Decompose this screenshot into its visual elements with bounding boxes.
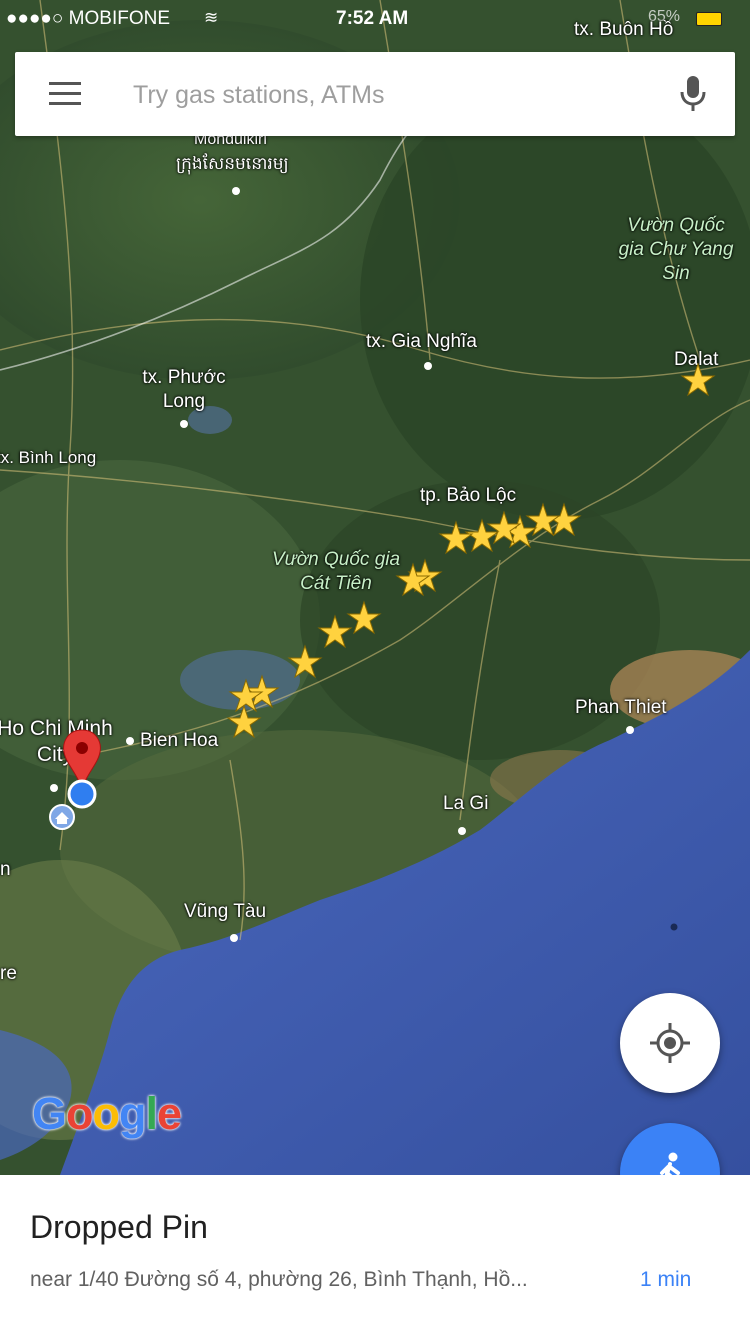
search-input[interactable] [131,72,655,118]
wifi-icon: ≋ [204,8,219,27]
map-label-phan-thiet: Phan Thiet [575,697,667,718]
place-title: Dropped Pin [30,1209,208,1245]
map-label-phuoc-long: tx. Phước Long [142,367,226,412]
map-label-gia-nghia: tx. Gia Nghĩa [366,331,477,352]
place-sheet[interactable]: Dropped Pin near 1/40 Đường số 4, phường… [0,1175,750,1333]
map-label-binh-long: tx. Bình Long [0,448,97,467]
google-logo: Google [32,1088,182,1139]
map-label-ho-chi-minh-city: Ho Chi Minh City [0,717,113,766]
carrier-name: MOBIFONE [68,8,171,29]
map-label-vung-tau: Vũng Tàu [184,901,267,922]
my-location-icon [650,1023,690,1063]
map-label-bao-loc: tp. Bảo Lộc [420,485,517,506]
travel-time[interactable]: 1 min [640,1268,691,1292]
my-location-button[interactable] [620,993,720,1093]
signal-strength: ●●●●○ [6,8,64,29]
map-label-edge-re: re [0,963,17,984]
search-bar [15,52,735,136]
map-label-cat-tien: Vườn Quốc gia Cát Tiên [271,549,401,594]
map-label-la-gi: La Gi [443,793,489,814]
map-label-edge-n: n [0,859,11,880]
carrier-label: ●●●●○ MOBIFONE [6,8,170,30]
hamburger-menu-icon[interactable] [49,82,81,106]
microphone-icon[interactable] [679,74,707,114]
place-address: near 1/40 Đường số 4, phường 26, Bình Th… [30,1268,528,1291]
battery-icon [696,12,722,26]
map-label-mondulkiri-khmer: ក្រុងសែនមនោរម្យ [176,154,289,173]
map-label-chu-yang-sin: Vườn Quốc gia Chư Yang Sin [618,215,734,284]
status-time: 7:52 AM [336,8,409,29]
map-label-dalat: Dalat [674,349,719,370]
map-label-buon-ho: tx. Buôn Hồ [574,19,674,40]
map-label-bien-hoa: Bien Hoa [140,730,219,751]
